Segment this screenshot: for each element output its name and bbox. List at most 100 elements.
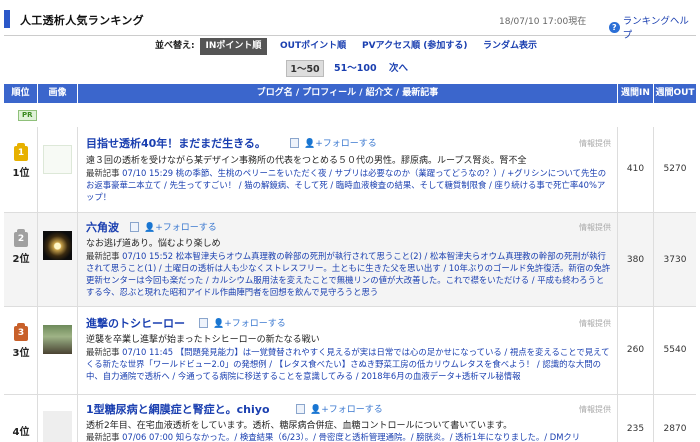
rank-cell: 3 3位: [4, 307, 38, 394]
weekly-out-value: 5540: [663, 345, 687, 355]
blog-description: 透析2年目、在宅血液透析をしています。透析、糖尿病合併症、血糖コントロールについ…: [86, 421, 513, 431]
blog-title-link[interactable]: 1型糖尿病と網膜症と腎症と。chiyo: [86, 401, 270, 417]
recent-label: 最新記事: [86, 347, 120, 357]
profile-icon[interactable]: [296, 404, 305, 414]
rank-label: 4位: [12, 427, 30, 438]
person-plus-icon: 👤+: [213, 319, 232, 329]
info-provide-link[interactable]: 情報提供: [579, 138, 611, 149]
weekly-out-cell: 5540: [654, 307, 696, 394]
follow-button[interactable]: 👤+フォローする: [304, 136, 377, 149]
timestamp: 18/07/10 17:00現在: [499, 17, 587, 27]
blog-title-link[interactable]: 進撃のトシヒーロー: [86, 315, 185, 331]
rank-label: 2位: [12, 254, 30, 265]
info-provide-link[interactable]: 情報提供: [579, 222, 611, 233]
person-plus-icon: 👤+: [310, 405, 329, 415]
col-image: 画像: [38, 84, 78, 103]
gold-crown-icon: 1: [14, 143, 28, 161]
weekly-in-value: 260: [626, 345, 645, 355]
info-provide-link[interactable]: 情報提供: [579, 318, 611, 329]
recent-posts: 最新記事 07/10 15:52 松本智津夫らオウム真理教の幹部の死刑が執行され…: [86, 250, 612, 298]
page-title: 人工透析人気ランキング: [20, 14, 144, 27]
table-row: 1 1位 目指せ透析40年！まだまだ生きる。 👤+フォローする 情報提供 遠３回…: [4, 127, 696, 213]
image-cell: [38, 127, 78, 212]
blog-title-link[interactable]: 六角波: [86, 219, 119, 235]
follow-button[interactable]: 👤+フォローする: [310, 402, 383, 415]
blog-thumbnail[interactable]: [43, 411, 72, 442]
weekly-out-cell: 3730: [654, 213, 696, 306]
ranking-table-header: 順位 画像 ブログ名 / プロフィール / 紹介文 / 最新記事 週間IN 週間…: [4, 84, 696, 103]
col-weekly-in: 週間IN: [618, 84, 654, 103]
blog-cell: 1型糖尿病と網膜症と腎症と。chiyo 👤+フォローする 情報提供 透析2年目、…: [78, 395, 618, 442]
weekly-in-value: 380: [626, 255, 645, 265]
profile-icon[interactable]: [130, 222, 139, 232]
col-blog: ブログ名 / プロフィール / 紹介文 / 最新記事: [78, 84, 618, 103]
person-plus-icon: 👤+: [304, 139, 323, 149]
weekly-in-cell: 380: [618, 213, 654, 306]
recent-links[interactable]: 07/10 11:45 【問題発見能力】は一覚賛替されやすく見えるが実は日常では…: [86, 347, 609, 381]
image-cell: [38, 213, 78, 306]
rank-cell: 4位: [4, 395, 38, 442]
sort-in-button[interactable]: INポイント順: [200, 38, 267, 55]
person-plus-icon: 👤+: [144, 223, 163, 233]
follow-label: フォローする: [162, 223, 217, 233]
recent-posts: 最新記事 07/06 07:00 知らなかった。/ 検査結果（6/23）。/ 骨…: [86, 431, 612, 442]
weekly-out-cell: 2870: [654, 395, 696, 442]
follow-button[interactable]: 👤+フォローする: [144, 220, 217, 233]
follow-label: フォローする: [231, 319, 286, 329]
ranking-help-link[interactable]: ? ランキングヘルプ: [609, 13, 696, 41]
table-row: 4位 1型糖尿病と網膜症と腎症と。chiyo 👤+フォローする 情報提供 透析2…: [4, 395, 696, 442]
recent-label: 最新記事: [86, 168, 120, 178]
silver-crown-icon: 2: [14, 229, 28, 247]
weekly-out-value: 2870: [663, 424, 687, 434]
table-row: 2 2位 六角波 👤+フォローする 情報提供 なお逃げ道あり。悩むより楽しめ 最…: [4, 213, 696, 307]
recent-posts: 最新記事 07/10 15:29 桃の季節、生桃のペリーニをいただく夜 / サプ…: [86, 167, 612, 203]
sort-bar: 並べ替え: INポイント順 OUTポイント順 PVアクセス順 (参加する) ラン…: [0, 38, 700, 56]
profile-icon[interactable]: [290, 138, 299, 148]
sort-out-link[interactable]: OUTポイント順: [280, 38, 346, 55]
blog-description: なお逃げ道あり。悩むより楽しめ: [86, 239, 221, 249]
recent-links[interactable]: 07/10 15:29 桃の季節、生桃のペリーニをいただく夜 / サプリは必要な…: [86, 168, 606, 202]
recent-label: 最新記事: [86, 432, 120, 442]
weekly-in-cell: 410: [618, 127, 654, 212]
blog-cell: 進撃のトシヒーロー 👤+フォローする 情報提供 逆襲を卒業し進撃が始まったトシヒ…: [78, 307, 618, 394]
follow-label: フォローする: [328, 405, 383, 415]
sort-label: 並べ替え:: [155, 41, 195, 51]
profile-icon[interactable]: [199, 318, 208, 328]
bronze-crown-icon: 3: [14, 323, 28, 341]
image-cell: [38, 395, 78, 442]
weekly-out-value: 5270: [663, 164, 687, 174]
rank-cell: 1 1位: [4, 127, 38, 212]
blog-thumbnail[interactable]: [43, 231, 72, 260]
blog-cell: 六角波 👤+フォローする 情報提供 なお逃げ道あり。悩むより楽しめ 最新記事 0…: [78, 213, 618, 306]
page-next-link[interactable]: 次へ: [389, 60, 408, 77]
page-51-100-link[interactable]: 51〜100: [334, 60, 377, 77]
weekly-in-value: 235: [626, 424, 645, 434]
follow-label: フォローする: [322, 139, 377, 149]
page-header: 人工透析人気ランキング 18/07/10 17:00現在 ? ランキングヘルプ: [4, 8, 696, 41]
weekly-out-cell: 5270: [654, 127, 696, 212]
col-weekly-out: 週間OUT: [655, 88, 695, 98]
follow-button[interactable]: 👤+フォローする: [213, 316, 286, 329]
weekly-in-cell: 235: [618, 395, 654, 442]
pr-badge: PR: [18, 110, 37, 121]
rank-label: 1位: [12, 168, 30, 179]
recent-links[interactable]: 07/06 07:00 知らなかった。/ 検査結果（6/23）。/ 骨密度と透析…: [122, 432, 580, 442]
pagination: 1〜50 51〜100 次へ: [0, 60, 700, 78]
sort-pv-link[interactable]: PVアクセス順 (参加する): [362, 38, 467, 55]
help-icon: ?: [609, 21, 620, 33]
header-accent-bar: [4, 10, 10, 28]
blog-thumbnail[interactable]: [43, 325, 72, 354]
info-provide-link[interactable]: 情報提供: [579, 404, 611, 415]
recent-links[interactable]: 07/10 15:52 松本智津夫らオウム真理教の幹部の死刑が執行されて思うこと…: [86, 251, 610, 297]
sort-random-link[interactable]: ランダム表示: [483, 38, 537, 55]
table-row: 3 3位 進撃のトシヒーロー 👤+フォローする 情報提供 逆襲を卒業し進撃が始ま…: [4, 307, 696, 395]
blog-description: 逆襲を卒業し進撃が始まったトシヒーローの新たなる戦い: [86, 335, 320, 345]
col-rank: 順位: [4, 84, 38, 103]
weekly-in-cell: 260: [618, 307, 654, 394]
blog-title-link[interactable]: 目指せ透析40年！まだまだ生きる。: [86, 135, 266, 151]
rank-label: 3位: [12, 348, 30, 359]
rank-cell: 2 2位: [4, 213, 38, 306]
blog-thumbnail[interactable]: [43, 145, 72, 174]
blog-cell: 目指せ透析40年！まだまだ生きる。 👤+フォローする 情報提供 遠３回の透析を受…: [78, 127, 618, 212]
weekly-out-value: 3730: [663, 255, 687, 265]
